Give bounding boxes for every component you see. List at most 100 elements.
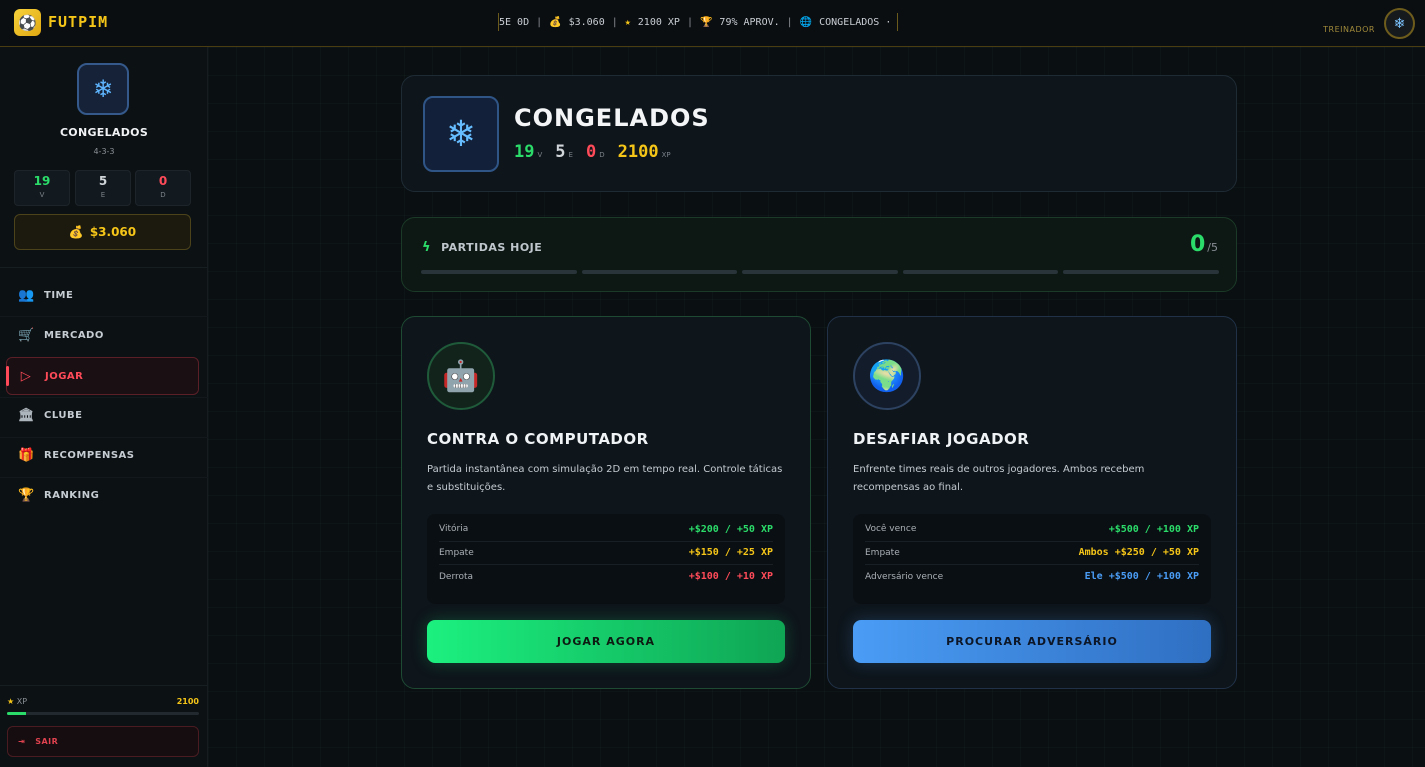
losses-unit: D: [599, 151, 605, 159]
reward-label: Você vence: [865, 524, 917, 535]
team-title: CONGELADOS: [514, 104, 710, 132]
record-wins: 19 V: [514, 142, 542, 162]
divider: [0, 685, 208, 686]
pvp-rewards: Você vence +$500 / +100 XP Empate Ambos …: [853, 514, 1211, 604]
reward-row: Você vence +$500 / +100 XP: [865, 518, 1199, 542]
snowflake-icon[interactable]: ❄: [1384, 8, 1415, 39]
snowflake-icon: ❄: [77, 63, 129, 115]
stat-label: V: [39, 191, 45, 199]
progress-segment: [421, 270, 577, 274]
soccer-ball-icon[interactable]: ⚽: [14, 9, 41, 36]
record-xp: 2100 XP: [618, 142, 671, 162]
ticker-team: CONGELADOS · 19V 5: [819, 16, 897, 28]
reward-label: Adversário vence: [865, 571, 944, 582]
nav-label: JOGAR: [45, 370, 84, 382]
reward-value: +$150 / +25 XP: [688, 547, 773, 559]
stat-value: 0: [158, 174, 168, 188]
reward-value: +$500 / +100 XP: [1108, 523, 1199, 535]
status-ticker: 5E 0D | 💰 $3.060 | ★ 2100 XP | 🏆 79% APR…: [498, 13, 898, 31]
sidebar: ❄ CONGELADOS 4-3-3 19 V 5 E 0 D 💰 $3.060…: [0, 47, 208, 767]
xp-value: 2100: [617, 142, 659, 162]
star-icon: ★: [7, 697, 15, 706]
cpu-mode-card: 🤖 CONTRA O COMPUTADOR Partida instantâne…: [401, 316, 811, 689]
xp-progress-bar: [7, 712, 199, 715]
nav-item-jogar[interactable]: ▷ JOGAR: [6, 357, 199, 395]
pvp-mode-card: 🌍 DESAFIAR JOGADOR Enfrente times reais …: [827, 316, 1237, 689]
nav-label: TIME: [44, 289, 74, 301]
xp-label: XP: [16, 697, 28, 706]
matches-count: 0 /5: [1190, 232, 1218, 257]
nav-label: MERCADO: [44, 329, 104, 341]
stat-label: D: [160, 191, 166, 199]
reward-label: Derrota: [439, 571, 474, 582]
progress-segment: [742, 270, 898, 274]
brand-name[interactable]: FUTPIM: [48, 13, 108, 31]
reward-label: Empate: [865, 547, 900, 558]
globe-icon: 🌐: [799, 16, 813, 28]
reward-label: Vitória: [439, 524, 469, 535]
matches-today-card: ϟ PARTIDAS HOJE 0 /5: [401, 217, 1237, 292]
matches-today-title: ϟ PARTIDAS HOJE: [422, 240, 542, 255]
stat-wins: 19 V: [14, 170, 70, 206]
money-bag-icon: 💰: [549, 16, 562, 28]
team-header-card: ❄ CONGELADOS 19 V 5E 0D 2100 XP: [401, 75, 1237, 192]
nav-item-clube[interactable]: 🏛 CLUBE: [6, 396, 199, 434]
cpu-rewards: Vitória +$200 / +50 XP Empate +$150 / +2…: [427, 514, 785, 604]
stat-draws: 5 E: [75, 170, 131, 206]
ticker-separator: |: [686, 16, 693, 28]
pvp-mode-description: Enfrente times reais de outros jogadores…: [853, 464, 1145, 493]
ticker-record: 5E 0D: [499, 16, 530, 28]
team-record: 19 V 5E 0D 2100 XP: [514, 142, 671, 162]
nav-label: CLUBE: [44, 409, 83, 421]
xp-label-group: ★ XP: [7, 697, 27, 706]
nav-item-recompensas[interactable]: 🎁 RECOMPENSAS: [6, 436, 199, 474]
reward-row: Empate +$150 / +25 XP: [439, 542, 773, 565]
reward-row: Adversário vence Ele +$500 / +100 XP: [865, 565, 1199, 589]
nav-label: RANKING: [44, 489, 100, 501]
gift-icon: 🎁: [18, 447, 35, 463]
reward-label: Empate: [439, 547, 474, 558]
record-draws: 5E: [555, 142, 573, 162]
star-icon: ★: [624, 16, 631, 28]
money-value: $3.060: [89, 225, 137, 239]
logout-button[interactable]: ⇥ SAIR: [7, 726, 199, 757]
team-formation: 4-3-3: [93, 147, 115, 156]
stat-label: E: [100, 191, 106, 199]
reward-row: Derrota +$100 / +10 XP: [439, 565, 773, 589]
play-now-button[interactable]: JOGAR AGORA: [427, 620, 785, 663]
cpu-mode-description: Partida instantânea com simulação 2D em …: [427, 464, 783, 493]
money-balance: 💰 $3.060: [14, 214, 191, 250]
ticker-xp: 2100 XP: [637, 16, 680, 28]
progress-segment: [902, 270, 1059, 274]
nav-item-ranking[interactable]: 🏆 RANKING: [6, 476, 199, 514]
find-opponent-button[interactable]: PROCURAR ADVERSÁRIO: [853, 620, 1211, 663]
progress-segment: [1063, 270, 1219, 274]
xp-progress-fill: [7, 712, 27, 715]
nav-label: RECOMPENSAS: [44, 449, 135, 461]
divider: [0, 267, 208, 268]
building-icon: 🏛: [18, 407, 36, 423]
ticker-separator: |: [786, 16, 793, 28]
users-icon: 👥: [18, 287, 35, 303]
wins-unit: V: [537, 151, 543, 159]
cart-icon: 🛒: [18, 327, 35, 343]
nav-item-time[interactable]: 👥 TIME: [6, 276, 199, 314]
draws-unit: E: [568, 151, 573, 159]
play-icon: ▷: [20, 368, 32, 384]
lightning-icon: ϟ: [422, 240, 432, 255]
top-bar: ⚽ FUTPIM 5E 0D | 💰 $3.060 | ★ 2100 XP | …: [0, 0, 1425, 47]
stat-losses: 0 D: [135, 170, 191, 206]
reward-row: Empate Ambos +$250 / +50 XP: [865, 542, 1199, 565]
pvp-mode-title: DESAFIAR JOGADOR: [853, 430, 1030, 448]
record-losses: 0D: [586, 142, 605, 162]
reward-value: Ele +$500 / +100 XP: [1084, 571, 1199, 583]
nav-item-mercado[interactable]: 🛒 MERCADO: [6, 316, 199, 354]
losses-value: 0: [585, 142, 597, 162]
reward-value: +$100 / +10 XP: [688, 571, 773, 583]
stat-value: 5: [98, 174, 108, 188]
wins-value: 19: [514, 142, 535, 162]
coach-label: TREINADOR: [1323, 25, 1375, 34]
logout-icon: ⇥: [18, 737, 26, 746]
cpu-mode-title: CONTRA O COMPUTADOR: [427, 430, 649, 448]
xp-row: ★ XP 2100: [7, 697, 199, 706]
